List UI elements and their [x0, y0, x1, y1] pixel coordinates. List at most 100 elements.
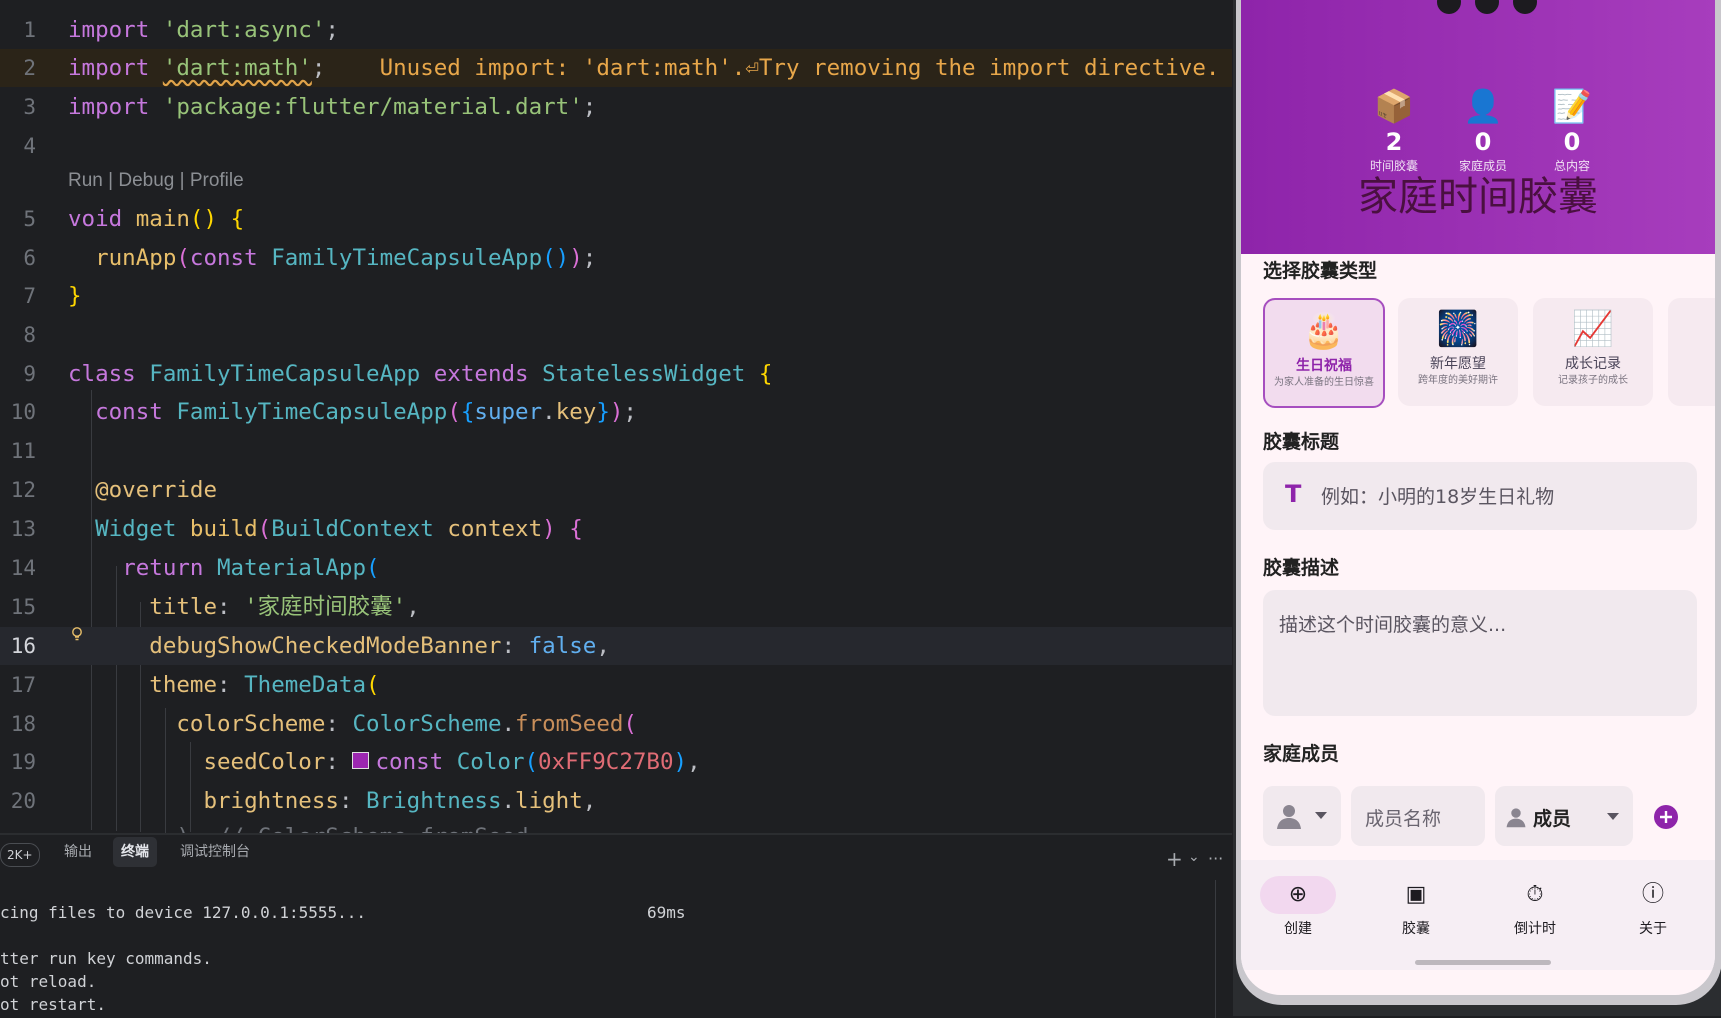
number-literal: 0xFF9C27B0 [538, 749, 674, 775]
inline-warning-message[interactable]: Unused import: 'dart:math'.⏎Try removing… [380, 55, 1220, 81]
code-line-13[interactable]: 13 Widget build(BuildContext context) { [0, 510, 1232, 548]
stat-value: 2 [1385, 128, 1403, 156]
bracket: { [460, 399, 475, 425]
type-desc: 为家人准备的生日惊喜 [1274, 377, 1374, 388]
bracket: { [230, 206, 245, 232]
cake-icon: 🎂 [1302, 311, 1346, 351]
lightbulb-icon[interactable] [71, 627, 83, 641]
nav-create[interactable]: ⊕ 创建 [1250, 860, 1346, 940]
partial-code-text: ), // ColorScheme.fromSeed [176, 824, 528, 833]
class-name: Brightness [366, 788, 502, 814]
member-role-value: 成员 [1533, 808, 1572, 830]
nav-capsules[interactable]: ▣ 胶囊 [1368, 860, 1464, 940]
code-line-8[interactable]: 8 [0, 316, 1232, 354]
member-role-dropdown[interactable]: 成员 [1495, 786, 1633, 846]
code-line-19[interactable]: 19 seedColor: const Color(0xFF9C27B0), [0, 743, 1232, 781]
code-line-3[interactable]: 3 import 'package:flutter/material.dart'; [0, 88, 1232, 126]
nav-countdown[interactable]: ⏱ 倒计时 [1487, 860, 1583, 940]
punctuation: ; [311, 55, 326, 81]
line-number: 13 [10, 517, 36, 541]
tab-terminal[interactable]: 终端 [113, 837, 157, 867]
add-member-icon[interactable] [1653, 804, 1679, 830]
more-actions-icon[interactable]: ··· [1208, 849, 1223, 868]
keyword: const [95, 399, 163, 425]
line-number: 17 [10, 673, 36, 697]
code-lens-run-debug-profile[interactable]: Run | Debug | Profile [68, 170, 244, 192]
tab-debug-console[interactable]: 调试控制台 [172, 837, 258, 867]
line-number: 7 [23, 284, 36, 308]
add-circle-icon: ⊕ [1260, 876, 1336, 914]
bracket: { [569, 516, 583, 542]
member-name-placeholder: 成员名称 [1365, 808, 1442, 830]
bracket: ( [524, 749, 539, 775]
phone-screen[interactable]: 📦 2 时间胶囊 👤 0 家庭成员 📝 0 总内容 家庭时间胶囊 选择胶囊类型 … [1241, 0, 1715, 995]
punctuation: , [687, 749, 701, 775]
code-line-18[interactable]: 18 colorScheme: ColorScheme.fromSeed( [0, 705, 1232, 743]
code-line-12[interactable]: 12 @override [0, 471, 1232, 509]
punctuation: ; [582, 245, 597, 271]
line-number: 1 [23, 18, 36, 42]
string-literal: 'dart:async' [162, 17, 326, 43]
property: title [149, 594, 218, 620]
line-number: 5 [23, 207, 36, 231]
capsule-title-input[interactable]: T 例如：小明的18岁生日礼物 [1263, 462, 1697, 530]
parameter: context [447, 516, 543, 542]
line-number: 3 [23, 95, 36, 119]
stat-contents: 📝 0 总内容 [1527, 86, 1617, 174]
chevron-down-icon[interactable]: ⌄ [1188, 849, 1200, 865]
timer-icon: ⏱ [1526, 882, 1544, 907]
code-line-5[interactable]: 5 void main() { [0, 200, 1232, 238]
type-card-birthday[interactable]: 🎂 生日祝福 为家人准备的生日惊喜 [1263, 298, 1385, 408]
string-literal: 'package:flutter/material.dart' [162, 94, 583, 120]
punctuation: : [338, 788, 353, 814]
line-number: 6 [23, 246, 36, 270]
home-indicator[interactable] [1415, 960, 1551, 965]
type-card-newyear[interactable]: 🎆 新年愿望 跨年度的美好期许 [1398, 298, 1518, 406]
nav-about[interactable]: ⓘ 关于 [1605, 860, 1701, 940]
unused-import-squiggle[interactable]: 'dart:math' [163, 55, 312, 81]
code-line-16-current[interactable]: 16 debugShowCheckedModeBanner: false, [0, 627, 1232, 665]
code-line-10[interactable]: 10 const FamilyTimeCapsuleApp({super.key… [0, 393, 1232, 431]
color-swatch-icon[interactable] [352, 752, 370, 769]
class-name: ThemeData [244, 672, 367, 698]
code-line-2[interactable]: 2 import 'dart:math'; Unused import: 'dar… [0, 49, 1232, 87]
keyword: class [68, 361, 136, 387]
code-line-6[interactable]: 6 runApp(const FamilyTimeCapsuleApp()); [0, 239, 1232, 277]
nav-label: 胶囊 [1402, 921, 1430, 937]
code-line-9[interactable]: 9 class FamilyTimeCapsuleApp extends Stat… [0, 355, 1232, 393]
add-terminal-icon[interactable]: + [1166, 847, 1183, 871]
punctuation: : [325, 711, 339, 737]
property: brightness [203, 788, 339, 814]
class-name: Widget [95, 516, 177, 542]
property: theme [149, 672, 218, 698]
code-line-1[interactable]: 1 import 'dart:async'; [0, 11, 1232, 49]
chart-increasing-icon: 📈 [1571, 309, 1615, 349]
keyword: const [375, 749, 444, 775]
type-card-growth[interactable]: 📈 成长记录 记录孩子的成长 [1533, 298, 1653, 406]
capsule-desc-input[interactable]: 描述这个时间胶囊的意义... [1263, 590, 1697, 716]
code-editor[interactable]: 1 import 'dart:async'; 2 import 'dart:math… [0, 0, 1232, 833]
string-literal: '家庭时间胶囊' [244, 594, 407, 620]
bracket: } [68, 283, 82, 309]
code-line-4[interactable]: 4 [0, 127, 1232, 165]
bracket: () [542, 245, 570, 271]
code-line-14[interactable]: 14 return MaterialApp( [0, 549, 1232, 587]
code-line-15[interactable]: 15 title: '家庭时间胶囊', [0, 588, 1232, 626]
code-line-7[interactable]: 7} [0, 277, 1232, 315]
punctuation: , [406, 594, 420, 620]
type-name: 成长记录 [1565, 356, 1621, 372]
member-name-input[interactable]: 成员名称 [1351, 786, 1485, 846]
class-name: FamilyTimeCapsuleApp [176, 399, 448, 425]
problems-count-badge[interactable]: 2K+ [0, 843, 40, 867]
code-line-11[interactable]: 11 [0, 432, 1232, 470]
tab-output[interactable]: 输出 [56, 837, 100, 867]
bracket: ( [176, 245, 190, 271]
member-avatar-dropdown[interactable] [1263, 786, 1341, 846]
class-name: FamilyTimeCapsuleApp [149, 361, 421, 387]
code-line-17[interactable]: 17 theme: ThemeData( [0, 666, 1232, 704]
code-line-21-partial[interactable]: ), // ColorScheme.fromSeed [0, 818, 1232, 833]
code-line-20[interactable]: 20 brightness: Brightness.light, [0, 782, 1232, 820]
type-card-partial[interactable] [1668, 298, 1715, 406]
terminal-output-line: cing files to device 127.0.0.1:5555... [0, 903, 367, 922]
